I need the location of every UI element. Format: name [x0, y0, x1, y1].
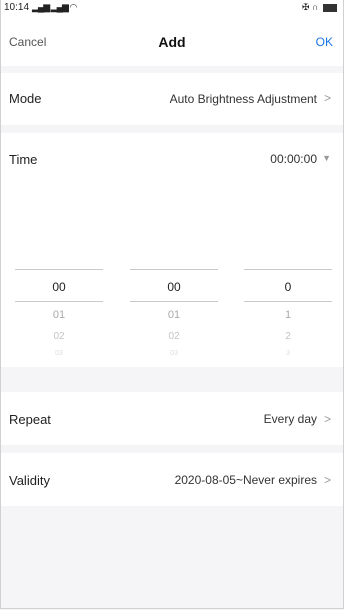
minute-selected[interactable]: 00 — [130, 280, 218, 294]
hour-option[interactable]: 02 — [15, 331, 103, 342]
wheel-divider — [244, 269, 332, 270]
hour-option[interactable]: 01 — [15, 309, 103, 321]
wheel-divider — [130, 301, 218, 302]
chevron-right-icon: > — [323, 473, 331, 487]
ok-button[interactable]: OK — [316, 35, 333, 49]
wheel-divider — [15, 301, 103, 302]
status-bar: 10:14 ▂▄▆ ▂▄▆ ◠ ✠ ∩ — [1, 0, 343, 16]
repeat-value: Every day — [263, 412, 317, 426]
alarm-headphone-icon: ✠ ∩ — [301, 2, 319, 12]
time-picker[interactable]: 00 01 02 03 00 01 02 03 0 1 2 3 — [1, 195, 343, 367]
chevron-right-icon: > — [323, 412, 331, 426]
chevron-right-icon: > — [323, 91, 331, 105]
validity-label: Validity — [9, 473, 50, 488]
second-option[interactable]: 1 — [244, 309, 332, 321]
repeat-row[interactable]: Repeat Every day > — [1, 392, 343, 445]
time-row[interactable]: Time 00:00:00 ▼ — [1, 133, 343, 195]
minute-option[interactable]: 02 — [130, 331, 218, 342]
hour-selected[interactable]: 00 — [15, 280, 103, 294]
mode-row[interactable]: Mode Auto Brightness Adjustment > — [1, 73, 343, 125]
time-value: 00:00:00 — [270, 152, 317, 166]
status-right-icons: ✠ ∩ — [302, 2, 337, 13]
minute-option[interactable]: 01 — [130, 309, 218, 321]
wheel-divider — [130, 269, 218, 270]
status-time: 10:14 — [4, 2, 30, 13]
page-title: Add — [158, 34, 186, 50]
time-label: Time — [9, 152, 38, 167]
battery-icon — [323, 3, 337, 12]
mode-value: Auto Brightness Adjustment — [169, 92, 317, 106]
validity-value: 2020-08-05~Never expires — [174, 473, 317, 487]
second-wheel[interactable]: 0 1 2 3 — [244, 195, 332, 367]
second-option[interactable]: 2 — [244, 331, 332, 342]
wheel-divider — [15, 269, 103, 270]
validity-row[interactable]: Validity 2020-08-05~Never expires > — [1, 453, 343, 506]
hour-option[interactable]: 03 — [15, 350, 103, 355]
minute-wheel[interactable]: 00 01 02 03 — [130, 195, 218, 367]
screen: 10:14 ▂▄▆ ▂▄▆ ◠ ✠ ∩ Cancel Add OK Mode A… — [0, 0, 344, 609]
mode-label: Mode — [9, 91, 42, 106]
second-option[interactable]: 3 — [244, 350, 332, 355]
second-selected[interactable]: 0 — [244, 280, 332, 294]
header-bar: Cancel Add OK — [1, 16, 343, 66]
repeat-label: Repeat — [9, 412, 51, 427]
caret-down-icon: ▼ — [322, 153, 331, 163]
minute-option[interactable]: 03 — [130, 350, 218, 355]
signal-wifi-icon: ▂▄▆ ▂▄▆ ◠ — [32, 2, 77, 12]
hour-wheel[interactable]: 00 01 02 03 — [15, 195, 103, 367]
wheel-divider — [244, 301, 332, 302]
